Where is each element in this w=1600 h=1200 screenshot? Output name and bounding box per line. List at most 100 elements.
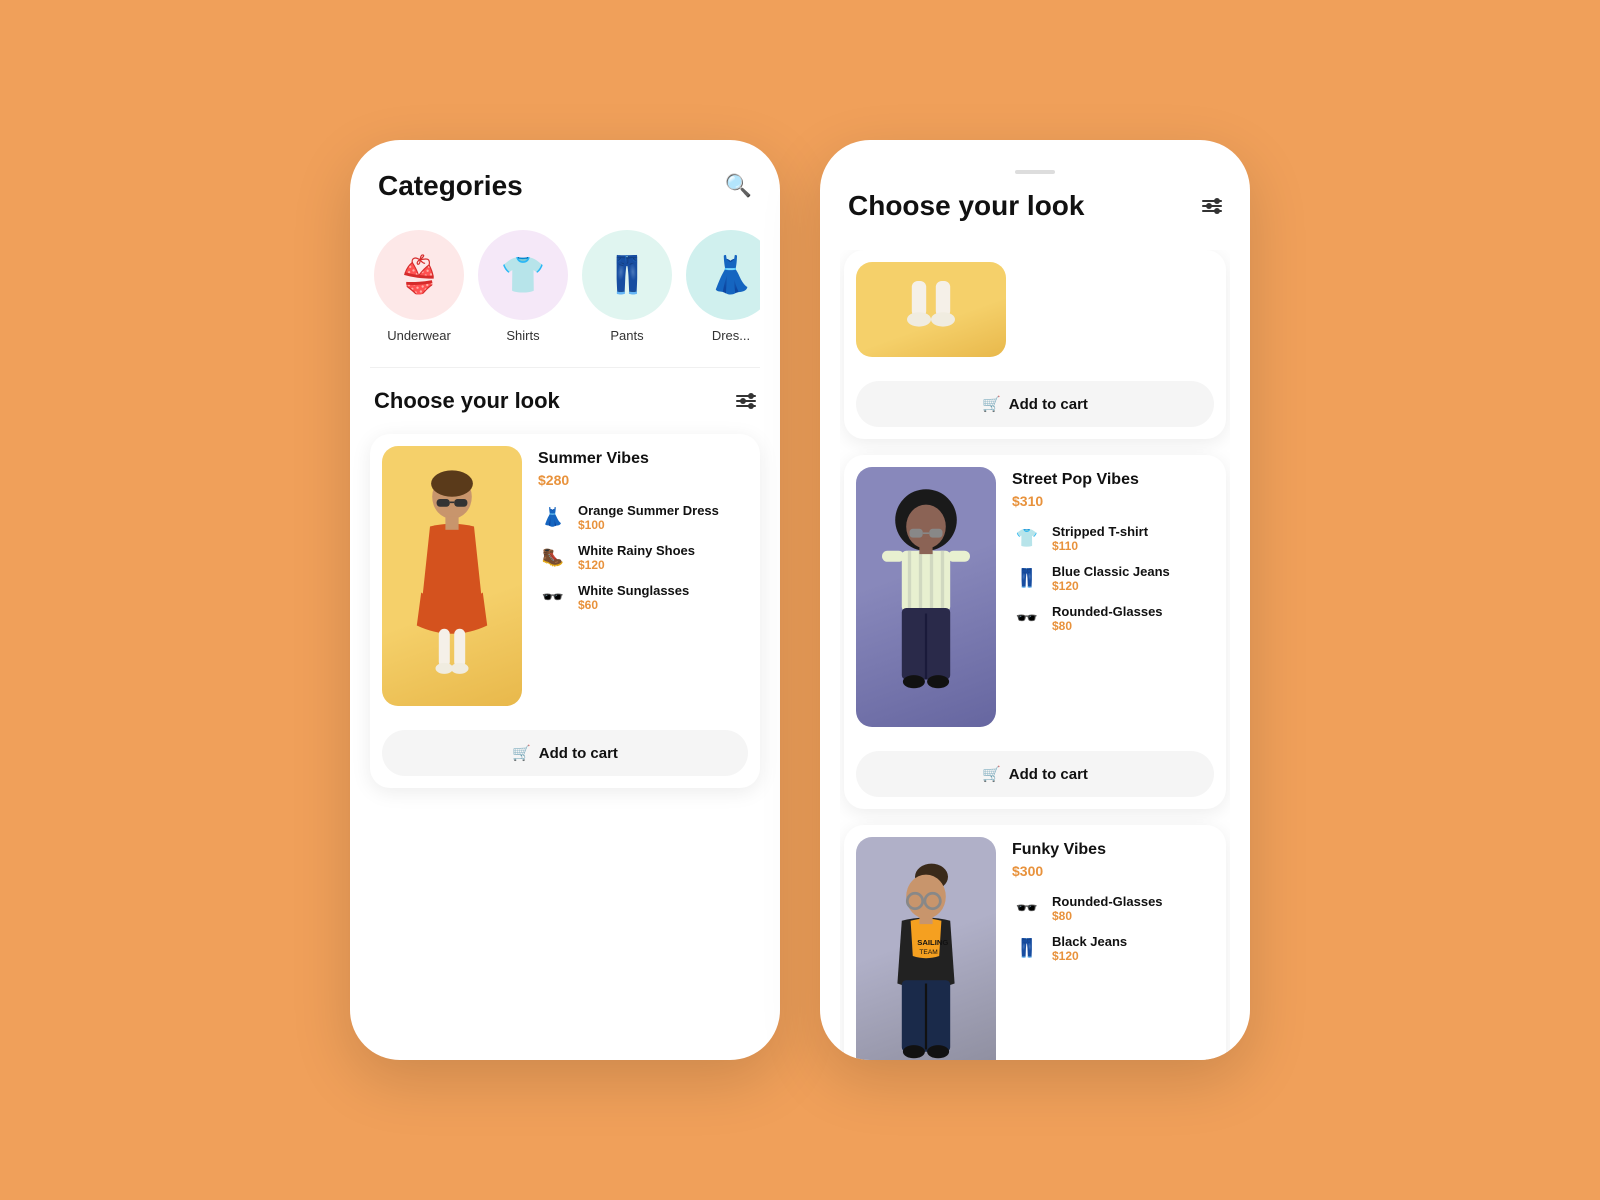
glasses-item-name: Rounded-Glasses [1052, 604, 1163, 619]
shoes-item-price: $120 [578, 558, 695, 572]
filter-line-r3 [1202, 210, 1222, 212]
page-title-categories: Categories [378, 170, 523, 202]
look-item-glasses: 🕶️ Rounded-Glasses $80 [1012, 603, 1214, 633]
glasses-item-price: $80 [1052, 619, 1163, 633]
category-label-underwear: Underwear [387, 328, 451, 343]
svg-text:SAILING: SAILING [917, 938, 948, 947]
jeans-item-name: Blue Classic Jeans [1052, 564, 1170, 579]
section-divider [370, 367, 760, 368]
cutoff-image [856, 262, 1006, 357]
look-name-funky: Funky Vibes [1012, 841, 1214, 859]
tshirt-item-name: Stripped T-shirt [1052, 524, 1148, 539]
pants-icon: 👖 [605, 254, 650, 296]
street-person-svg [871, 487, 981, 707]
add-to-cart-button-summer[interactable]: 🛒 Add to cart [382, 730, 748, 776]
look-item-dress: 👗 Orange Summer Dress $100 [538, 502, 748, 532]
phone-notch [1015, 170, 1055, 174]
cart-icon-street: 🛒 [982, 765, 1001, 783]
categories-row: 👙 Underwear 👕 Shirts 👖 Pants 👗 [370, 230, 760, 343]
look-image-funky: SAILING TEAM [856, 837, 996, 1060]
category-label-shirts: Shirts [506, 328, 539, 343]
add-to-cart-label-summer: Add to cart [539, 745, 618, 762]
look-item-info-black-jeans: Black Jeans $120 [1052, 934, 1127, 963]
look-card-inner-funky: SAILING TEAM [844, 825, 1226, 1060]
tshirt-item-price: $110 [1052, 539, 1148, 553]
category-item-pants[interactable]: 👖 Pants [582, 230, 672, 343]
filter-line-3 [736, 405, 756, 407]
filter-button-right[interactable] [1202, 200, 1222, 212]
look-item-info-tshirt: Stripped T-shirt $110 [1052, 524, 1148, 553]
add-to-cart-button-street[interactable]: 🛒 Add to cart [856, 751, 1214, 797]
look-details-funky: Funky Vibes $300 🕶️ Rounded-Glasses $80 … [1008, 825, 1226, 1060]
shoes-icon: 🥾 [538, 542, 568, 572]
category-circle-dresses: 👗 [686, 230, 760, 320]
jeans-icon: 👖 [1012, 563, 1042, 593]
look-section-header: Choose your look [370, 388, 760, 414]
black-jeans-icon: 👖 [1012, 933, 1042, 963]
add-to-cart-label-cutoff: Add to cart [1009, 396, 1088, 413]
right-phone-scroll[interactable]: 🛒 Add to cart [840, 250, 1230, 1060]
look-item-black-jeans: 👖 Black Jeans $120 [1012, 933, 1214, 963]
add-to-cart-label-street: Add to cart [1009, 766, 1088, 783]
cart-icon-cutoff: 🛒 [982, 395, 1001, 413]
look-item-info-shoes: White Rainy Shoes $120 [578, 543, 695, 572]
summer-person-svg [397, 466, 507, 686]
look-price-summer: $280 [538, 472, 748, 488]
shirts-icon: 👕 [501, 254, 546, 296]
look-image-street [856, 467, 996, 727]
look-item-rounded-glasses: 🕶️ Rounded-Glasses $80 [1012, 893, 1214, 923]
add-to-cart-button-cutoff[interactable]: 🛒 Add to cart [856, 381, 1214, 427]
cutoff-details [1018, 250, 1226, 369]
look-item-info-rounded-glasses: Rounded-Glasses $80 [1052, 894, 1163, 923]
sunglasses-icon: 🕶️ [538, 582, 568, 612]
category-circle-underwear: 👙 [374, 230, 464, 320]
look-item-jeans: 👖 Blue Classic Jeans $120 [1012, 563, 1214, 593]
category-circle-shirts: 👕 [478, 230, 568, 320]
right-phone: Choose your look [820, 140, 1250, 1060]
look-image-summer [382, 446, 522, 706]
category-label-dresses: Dres... [712, 328, 750, 343]
look-section-title: Choose your look [374, 388, 560, 414]
filter-line-r1 [1202, 200, 1222, 202]
look-name-street: Street Pop Vibes [1012, 471, 1214, 489]
look-card-inner-summer: Summer Vibes $280 👗 Orange Summer Dress … [370, 434, 760, 718]
jeans-item-price: $120 [1052, 579, 1170, 593]
rounded-glasses-item-price: $80 [1052, 909, 1163, 923]
look-item-info-glasses: Rounded-Glasses $80 [1052, 604, 1163, 633]
category-item-underwear[interactable]: 👙 Underwear [374, 230, 464, 343]
funky-person-svg: SAILING TEAM [871, 857, 981, 1060]
page-title-choose-look: Choose your look [848, 190, 1084, 222]
right-phone-header: Choose your look [840, 190, 1230, 222]
dress-icon: 👗 [538, 502, 568, 532]
category-label-pants: Pants [610, 328, 643, 343]
filter-line-r2 [1202, 205, 1222, 207]
look-card-cutoff: 🛒 Add to cart [844, 250, 1226, 439]
svg-text:TEAM: TEAM [919, 949, 937, 956]
search-button[interactable]: 🔍 [725, 173, 752, 199]
look-card-funky-vibes: SAILING TEAM [844, 825, 1226, 1060]
look-item-info-jeans: Blue Classic Jeans $120 [1052, 564, 1170, 593]
look-item-info-dress: Orange Summer Dress $100 [578, 503, 719, 532]
look-price-funky: $300 [1012, 863, 1214, 879]
look-card-street-pop: Street Pop Vibes $310 👕 Stripped T-shirt… [844, 455, 1226, 809]
category-circle-pants: 👖 [582, 230, 672, 320]
black-jeans-item-name: Black Jeans [1052, 934, 1127, 949]
cutoff-person-svg [871, 277, 991, 357]
filter-button[interactable] [736, 395, 756, 407]
dress-item-price: $100 [578, 518, 719, 532]
underwear-icon: 👙 [397, 254, 442, 296]
look-details-summer: Summer Vibes $280 👗 Orange Summer Dress … [534, 434, 760, 718]
look-card-inner-street: Street Pop Vibes $310 👕 Stripped T-shirt… [844, 455, 1226, 739]
rounded-glasses-item-name: Rounded-Glasses [1052, 894, 1163, 909]
look-details-street: Street Pop Vibes $310 👕 Stripped T-shirt… [1008, 455, 1226, 739]
look-item-shoes: 🥾 White Rainy Shoes $120 [538, 542, 748, 572]
look-item-sunglasses: 🕶️ White Sunglasses $60 [538, 582, 748, 612]
look-name-summer: Summer Vibes [538, 450, 748, 468]
cutoff-card-inner [844, 250, 1226, 369]
dress-item-name: Orange Summer Dress [578, 503, 719, 518]
category-item-dresses[interactable]: 👗 Dres... [686, 230, 760, 343]
look-card-summer-vibes: Summer Vibes $280 👗 Orange Summer Dress … [370, 434, 760, 788]
look-item-tshirt: 👕 Stripped T-shirt $110 [1012, 523, 1214, 553]
dresses-icon: 👗 [709, 254, 754, 296]
category-item-shirts[interactable]: 👕 Shirts [478, 230, 568, 343]
